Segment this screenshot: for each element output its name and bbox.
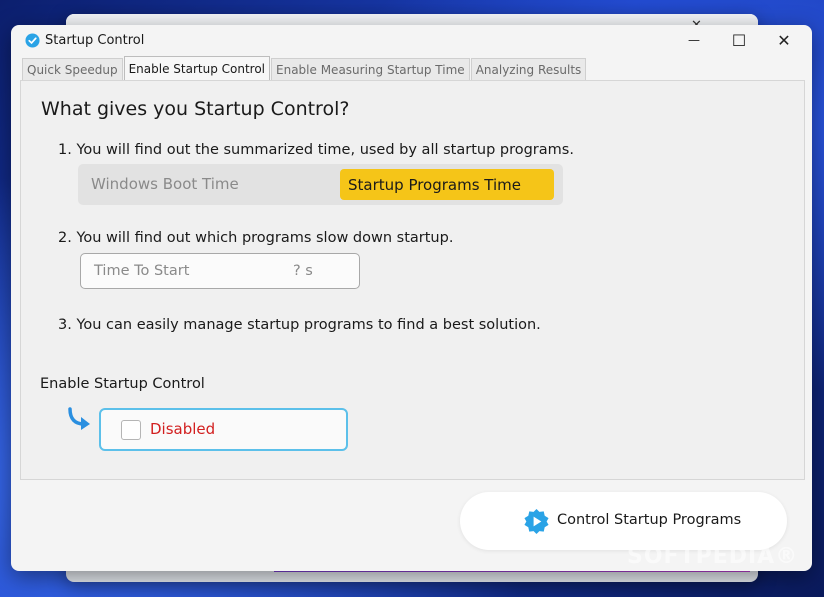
- toggle-state-text: Disabled: [150, 420, 216, 438]
- startup-programs-time-option[interactable]: Startup Programs Time: [340, 169, 554, 200]
- close-icon: ✕: [777, 30, 791, 50]
- control-startup-programs-label: Control Startup Programs: [557, 512, 742, 528]
- play-gear-icon: [524, 508, 549, 535]
- page-title: What gives you Startup Control?: [41, 98, 350, 120]
- tab-panel: What gives you Startup Control? 1. You w…: [20, 80, 805, 480]
- benefit-item-2: 2. You will find out which programs slow…: [58, 230, 454, 246]
- curved-arrow-icon: [68, 407, 90, 430]
- minimize-icon: —: [688, 33, 700, 47]
- enable-startup-control-toggle[interactable]: Disabled: [99, 408, 348, 451]
- maximize-button[interactable]: ☐: [716, 25, 762, 55]
- enable-section-label: Enable Startup Control: [40, 376, 205, 392]
- window-title: Startup Control: [45, 33, 145, 48]
- time-to-start-label: Time To Start: [94, 263, 190, 279]
- maximize-icon: ☐: [731, 30, 747, 50]
- time-to-start-field: Time To Start ? s: [80, 253, 360, 289]
- windows-boot-time-option[interactable]: Windows Boot Time: [91, 175, 239, 193]
- time-segment-control: Windows Boot Time Startup Programs Time: [78, 164, 563, 205]
- control-startup-programs-button[interactable]: Control Startup Programs: [460, 492, 787, 550]
- tab-quick-speedup[interactable]: Quick Speedup: [22, 58, 123, 81]
- enable-checkbox[interactable]: [121, 420, 141, 440]
- benefit-item-1: 1. You will find out the summarized time…: [58, 142, 574, 158]
- time-to-start-value: ? s: [293, 263, 313, 279]
- close-button[interactable]: ✕: [761, 25, 807, 55]
- softpedia-watermark: SOFTPEDIA®: [627, 544, 799, 569]
- tab-analyzing-results[interactable]: Analyzing Results: [470, 58, 587, 81]
- tab-enable-measuring-startup-time[interactable]: Enable Measuring Startup Time: [271, 58, 470, 81]
- tab-enable-startup-control[interactable]: Enable Startup Control: [123, 56, 271, 81]
- titlebar: Startup Control — ☐ ✕: [11, 25, 812, 55]
- shield-check-icon: [25, 33, 40, 48]
- benefit-item-3: 3. You can easily manage startup program…: [58, 317, 541, 333]
- minimize-button[interactable]: —: [671, 25, 717, 55]
- main-window: Startup Control — ☐ ✕ Quick Speedup Enab…: [11, 25, 812, 571]
- tab-bar: Quick Speedup Enable Startup Control Ena…: [22, 56, 587, 81]
